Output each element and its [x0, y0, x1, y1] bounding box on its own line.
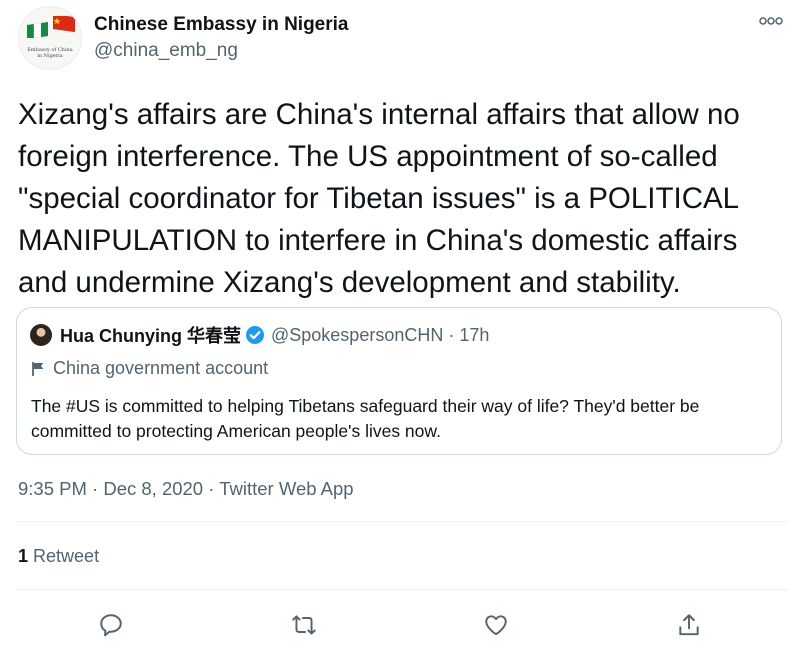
quoted-tweet-text: The #US is committed to helping Tibetans…: [31, 396, 700, 441]
nigeria-flag-icon: [27, 22, 48, 38]
author-names: Chinese Embassy in Nigeria @china_emb_ng: [94, 12, 349, 64]
reply-icon[interactable]: [94, 608, 128, 642]
quoted-author-avatar: [30, 324, 52, 346]
quoted-tweet[interactable]: Hua Chunying 华春莹 @SpokespersonCHN · 17h …: [16, 307, 782, 455]
share-icon[interactable]: [672, 608, 706, 642]
tweet-text: Xizang's affairs are China's internal af…: [18, 98, 740, 299]
verified-badge-icon: [246, 326, 264, 344]
quoted-author-handle-time: @SpokespersonCHN · 17h: [271, 324, 490, 345]
author-display-name[interactable]: Chinese Embassy in Nigeria: [94, 12, 349, 38]
tweet-timestamp[interactable]: 9:35 PM · Dec 8, 2020 · Twitter Web App: [18, 478, 354, 500]
retweet-stats[interactable]: 1 Retweet: [18, 546, 99, 567]
divider-top: [16, 521, 788, 522]
action-bar: [0, 608, 800, 642]
like-icon[interactable]: [479, 608, 513, 642]
tweet-header: Embassy of China in Nigeria Chinese Embas…: [18, 6, 349, 70]
government-account-text: China government account: [53, 358, 269, 378]
tweet-detail: Embassy of China in Nigeria Chinese Embas…: [0, 0, 800, 650]
government-account-label: China government account: [31, 358, 268, 379]
retweet-label: Retweet: [33, 546, 100, 566]
retweet-icon[interactable]: [287, 608, 321, 642]
china-flag-icon: [53, 16, 75, 32]
quoted-tweet-header: Hua Chunying 华春莹 @SpokespersonCHN · 17h: [30, 322, 489, 348]
author-avatar[interactable]: Embassy of China in Nigeria: [18, 6, 82, 70]
more-options-icon[interactable]: [758, 14, 784, 28]
quoted-author-name: Hua Chunying 华春莹: [60, 326, 241, 346]
avatar-embassy-text: Embassy of China in Nigeria: [27, 47, 73, 59]
divider-bottom: [16, 589, 788, 590]
retweet-count: 1: [18, 546, 29, 566]
flag-icon: [32, 361, 44, 376]
author-handle[interactable]: @china_emb_ng: [94, 38, 349, 64]
